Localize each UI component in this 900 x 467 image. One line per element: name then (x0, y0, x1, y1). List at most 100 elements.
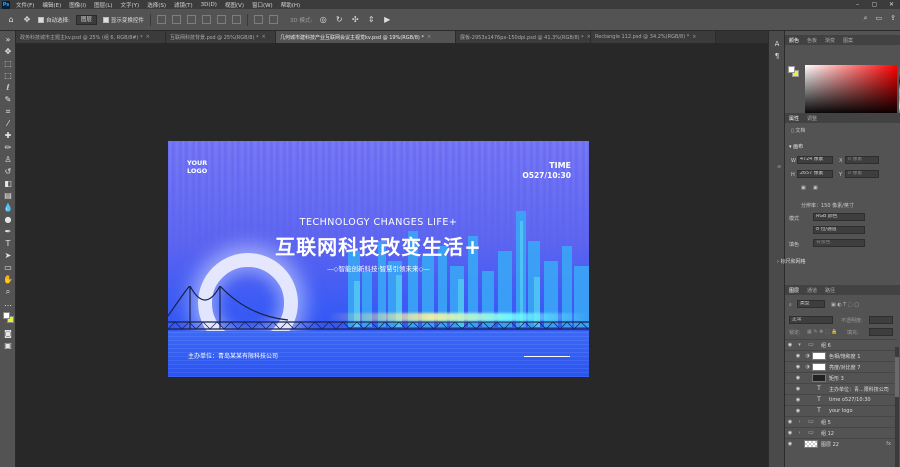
stamp-tool-icon[interactable]: ♙ (3, 155, 13, 165)
y-field[interactable]: 0 像素 (845, 170, 879, 178)
tab-patterns[interactable]: 图案 (839, 37, 857, 44)
history-brush-icon[interactable]: ↺ (3, 167, 13, 177)
close-icon[interactable]: × (427, 34, 431, 40)
rulers-grid-section[interactable]: › 标尺和网格 (777, 258, 806, 265)
eye-icon[interactable]: ◉ (793, 353, 803, 359)
eye-icon[interactable]: ◉ (785, 441, 795, 447)
eye-icon[interactable]: ◉ (785, 342, 795, 348)
search-icon[interactable]: ⌕ (789, 302, 792, 308)
close-icon[interactable]: × (261, 34, 265, 40)
document-canvas[interactable]: YOUR LOGO TIME O527/10:30 TECHNOLOGY CHA… (168, 141, 589, 377)
menu-type[interactable]: 文字(Y) (117, 1, 144, 9)
hand-tool-icon[interactable]: ✋ (3, 275, 13, 285)
foreground-color-swatch[interactable] (788, 66, 795, 73)
eye-icon[interactable]: ◉ (793, 386, 803, 392)
tab-gradients[interactable]: 渐变 (821, 37, 839, 44)
roll-3d-icon[interactable]: ↻ (334, 15, 344, 25)
marquee-tool-icon[interactable]: ⬚ (3, 71, 13, 81)
layers-scrollbar[interactable] (895, 347, 899, 467)
slide-3d-icon[interactable]: ⇕ (366, 15, 376, 25)
tab-paths[interactable]: 路径 (821, 287, 839, 294)
menu-3d[interactable]: 3D(D) (197, 2, 221, 8)
menu-layer[interactable]: 图层(L) (90, 1, 116, 9)
doc-tab[interactable]: 互联网科技背景.psd @ 25%(RGB/8) * × (166, 31, 276, 43)
layer-row[interactable]: ◉ ▾ ▭ 组 6 (785, 339, 897, 350)
workspace-icon[interactable]: ▭ (876, 14, 883, 23)
eraser-tool-icon[interactable]: ◧ (3, 179, 13, 189)
path-select-icon[interactable]: ➤ (3, 251, 13, 261)
close-icon[interactable]: ✕ (883, 0, 900, 9)
auto-select-dropdown[interactable]: 图层 (75, 14, 97, 25)
chevron-right-icon[interactable]: › (795, 430, 804, 436)
screen-mode-icon[interactable]: ▣ (3, 341, 13, 351)
fx-icon[interactable]: fx (886, 441, 891, 447)
landscape-icon[interactable]: ▣ (813, 185, 818, 191)
layer-filter-icons[interactable]: ▣ ◐ T ⬚ ▢ (831, 302, 859, 308)
blend-mode-dropdown[interactable]: 正常 (789, 316, 833, 324)
eye-icon[interactable]: ◉ (785, 419, 795, 425)
move-tool-icon[interactable]: ✥ (3, 47, 13, 57)
lasso-tool-icon[interactable]: ℓ (3, 83, 13, 93)
pan-3d-icon[interactable]: ✣ (350, 15, 360, 25)
menu-view[interactable]: 视图(V) (221, 1, 248, 9)
menu-help[interactable]: 帮助(H) (277, 1, 304, 9)
doc-tab[interactable]: Rectangle 112.psd @ 34.2%(RGB/8) * × (591, 31, 716, 43)
paragraph-panel-icon[interactable]: ¶ (772, 51, 782, 61)
tab-color[interactable]: 颜色 (785, 37, 803, 44)
align-top-icon[interactable] (201, 15, 211, 24)
auto-select-checkbox[interactable]: 自动选择: (38, 16, 70, 24)
bit-depth-dropdown[interactable]: 8 位/通道 (813, 226, 865, 234)
layer-row[interactable]: ◉ 矩形 3 (785, 372, 897, 383)
close-icon[interactable]: × (146, 34, 150, 40)
fill-dropdown[interactable]: 背景色 (813, 239, 865, 247)
chevron-right-icon[interactable]: › (795, 419, 804, 425)
layer-row[interactable]: ◉ › ▭ 组 12 (785, 427, 897, 438)
artboard-tool-icon[interactable]: ⬚ (3, 59, 13, 69)
menu-window[interactable]: 窗口(W) (248, 1, 277, 9)
tab-layers[interactable]: 图层 (785, 287, 803, 294)
brush-tool-icon[interactable]: ✏ (3, 143, 13, 153)
layer-row[interactable]: ◉ Ttime o527/10:30 (785, 394, 897, 405)
color-picker-field[interactable] (805, 65, 897, 115)
layer-kind-filter[interactable]: 类型 (797, 300, 825, 308)
search-icon[interactable]: ⌕ (864, 14, 868, 23)
link-icon[interactable]: ∞ (777, 164, 781, 170)
menu-select[interactable]: 选择(S) (143, 1, 170, 9)
home-icon[interactable]: ⌂ (6, 15, 16, 25)
align-middle-icon[interactable] (216, 15, 226, 24)
orbit-3d-icon[interactable]: ◎ (318, 15, 328, 25)
doc-tab[interactable]: 展板-2953x1476px-150dpi.psd @ 41.3%(RGB/8)… (456, 31, 591, 43)
type-tool-icon[interactable]: T (3, 239, 13, 249)
tab-channels[interactable]: 通道 (803, 287, 821, 294)
zoom-tool-icon[interactable]: ⌕ (3, 287, 13, 297)
eye-icon[interactable]: ◉ (793, 408, 803, 414)
canvas-section[interactable]: ▾ 画布 (789, 143, 803, 150)
layer-row[interactable]: ◉ › ▭ 组 5 (785, 416, 897, 427)
move-tool-icon[interactable]: ✥ (22, 15, 32, 25)
collapse-icon[interactable]: » (3, 35, 13, 45)
menu-image[interactable]: 图像(I) (65, 1, 90, 9)
eye-icon[interactable]: ◉ (793, 375, 803, 381)
scrollbar-thumb[interactable] (895, 357, 899, 397)
x-field[interactable]: 0 像素 (845, 156, 879, 164)
layer-row[interactable]: ◉ ◑ 亮度/对比度 7 (785, 361, 897, 372)
eye-icon[interactable]: ◉ (793, 397, 803, 403)
canvas-area[interactable]: YOUR LOGO TIME O527/10:30 TECHNOLOGY CHA… (16, 43, 768, 467)
fill-field[interactable] (869, 328, 893, 336)
doc-tab[interactable]: 政务科技城市主题主kv.psd @ 25% (组 6, RGB/8#) * × (16, 31, 166, 43)
chevron-down-icon[interactable]: ▾ (795, 342, 804, 348)
menu-edit[interactable]: 编辑(E) (38, 1, 65, 9)
distribute-icon[interactable] (253, 15, 263, 24)
layer-row[interactable]: ◉ Tyour logo (785, 405, 897, 416)
video-camera-icon[interactable]: ▶ (382, 15, 392, 25)
eye-icon[interactable]: ◉ (785, 430, 795, 436)
blur-tool-icon[interactable]: 💧 (3, 203, 13, 213)
tab-adjustments[interactable]: 调整 (803, 115, 821, 122)
doc-tab-active[interactable]: 几何城市建科技产业互联网会议主视觉kv.psd @ 19%(RGB/8) * × (276, 31, 456, 43)
align-bottom-icon[interactable] (231, 15, 241, 24)
align-left-icon[interactable] (156, 15, 166, 24)
menu-file[interactable]: 文件(F) (12, 1, 38, 9)
show-transform-checkbox[interactable]: 显示变换控件 (102, 16, 144, 24)
layer-row[interactable]: ◉ T 主办单位：青...限科技公司 (785, 383, 897, 394)
eyedropper-tool-icon[interactable]: ⁄ (3, 119, 13, 129)
